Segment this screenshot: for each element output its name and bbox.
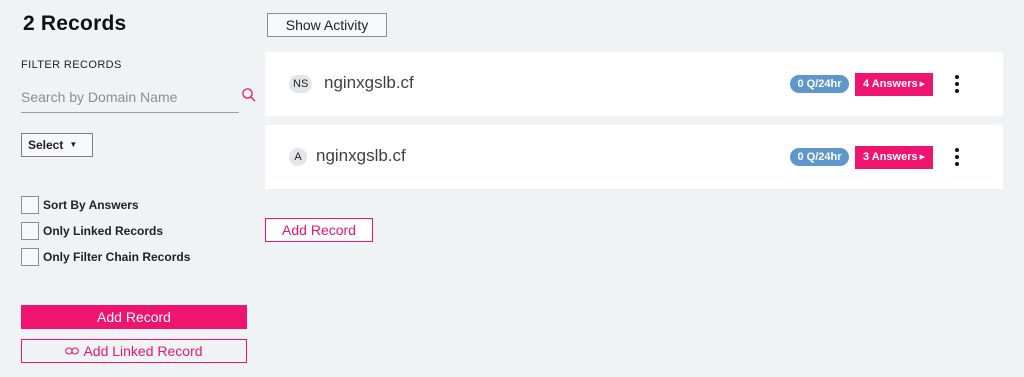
checkbox[interactable] [21, 248, 39, 266]
answers-button[interactable]: 3 Answers ▶ [855, 146, 933, 169]
sidebar: 2 Records FILTER RECORDS Select ▼ Sort By… [21, 0, 256, 377]
show-activity-button[interactable]: Show Activity [267, 13, 387, 37]
record-row[interactable]: NS nginxgslb.cf 0 Q/24hr 4 Answers ▶ [265, 52, 1003, 116]
select-dropdown-label: Select [28, 138, 64, 152]
record-domain[interactable]: nginxgslb.cf [324, 73, 414, 93]
triangle-right-icon: ▶ [919, 81, 925, 88]
add-linked-record-button[interactable]: Add Linked Record [21, 339, 247, 363]
answers-label: 3 Answers [862, 151, 918, 163]
add-record-main-button[interactable]: Add Record [265, 218, 373, 242]
only-filter-chain-records-checkbox[interactable]: Only Filter Chain Records [21, 248, 190, 266]
record-domain[interactable]: nginxgslb.cf [316, 146, 406, 166]
checkbox[interactable] [21, 222, 39, 240]
checkbox-label: Sort By Answers [43, 198, 139, 212]
search-field [21, 82, 256, 113]
add-linked-record-label: Add Linked Record [83, 343, 203, 359]
caret-down-icon: ▼ [69, 140, 78, 149]
checkbox-label: Only Filter Chain Records [43, 250, 191, 264]
kebab-menu-icon[interactable] [947, 146, 967, 168]
queries-badge: 0 Q/24hr [790, 148, 849, 166]
filter-records-label: FILTER RECORDS [21, 59, 122, 71]
checkbox-label: Only Linked Records [43, 224, 164, 238]
link-icon [65, 347, 80, 355]
record-row[interactable]: A nginxgslb.cf 0 Q/24hr 3 Answers ▶ [265, 125, 1003, 189]
answers-label: 4 Answers [862, 78, 918, 90]
records-count-title: 2 Records [23, 12, 127, 35]
checkbox[interactable] [21, 196, 39, 214]
kebab-menu-icon[interactable] [947, 73, 967, 95]
triangle-right-icon: ▶ [919, 154, 925, 161]
search-icon[interactable] [241, 87, 257, 103]
search-input[interactable] [21, 85, 211, 109]
record-type-badge: A [289, 148, 307, 166]
queries-badge: 0 Q/24hr [790, 75, 849, 93]
select-dropdown[interactable]: Select ▼ [21, 133, 93, 157]
answers-button[interactable]: 4 Answers ▶ [855, 73, 933, 96]
add-record-button[interactable]: Add Record [21, 305, 247, 329]
only-linked-records-checkbox[interactable]: Only Linked Records [21, 222, 163, 240]
sort-by-answers-checkbox[interactable]: Sort By Answers [21, 196, 139, 214]
record-type-badge: NS [289, 75, 313, 93]
